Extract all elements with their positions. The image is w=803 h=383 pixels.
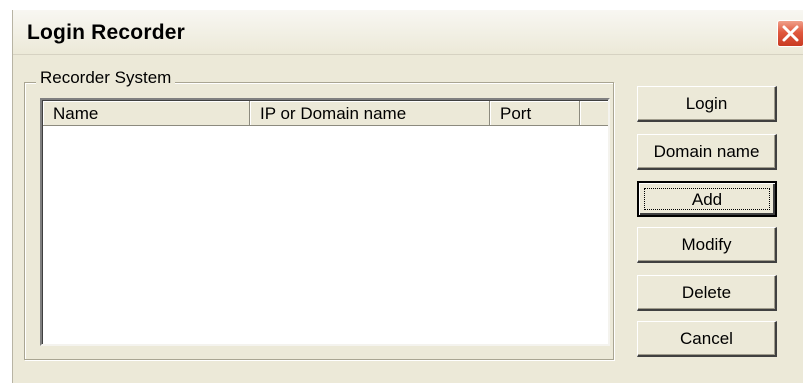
column-header-port[interactable]: Port [490, 101, 580, 126]
domain-name-button[interactable]: Domain name [637, 134, 777, 170]
list-header: Name IP or Domain name Port [43, 101, 608, 126]
login-button-label: Login [685, 94, 728, 113]
delete-button-label: Delete [681, 283, 732, 302]
column-header-name[interactable]: Name [43, 101, 250, 126]
close-icon [782, 25, 799, 42]
cancel-button[interactable]: Cancel [637, 321, 777, 357]
groupbox-label: Recorder System [36, 68, 176, 88]
recorder-list[interactable]: Name IP or Domain name Port [40, 98, 610, 346]
column-header-empty[interactable] [580, 101, 608, 126]
modify-button-label: Modify [681, 235, 732, 254]
window-title: Login Recorder [27, 21, 185, 44]
login-button[interactable]: Login [637, 86, 777, 122]
add-button[interactable]: Add [637, 181, 777, 217]
column-header-ip-or-domain[interactable]: IP or Domain name [250, 101, 490, 126]
title-bar[interactable]: Login Recorder [13, 10, 803, 55]
add-button-label: Add [691, 190, 723, 209]
delete-button[interactable]: Delete [637, 275, 777, 311]
domain-name-button-label: Domain name [653, 142, 760, 161]
recorder-list-body[interactable]: Name IP or Domain name Port [42, 100, 608, 344]
cancel-button-label: Cancel [680, 329, 733, 348]
close-button[interactable] [777, 20, 803, 47]
modify-button[interactable]: Modify [637, 227, 777, 263]
